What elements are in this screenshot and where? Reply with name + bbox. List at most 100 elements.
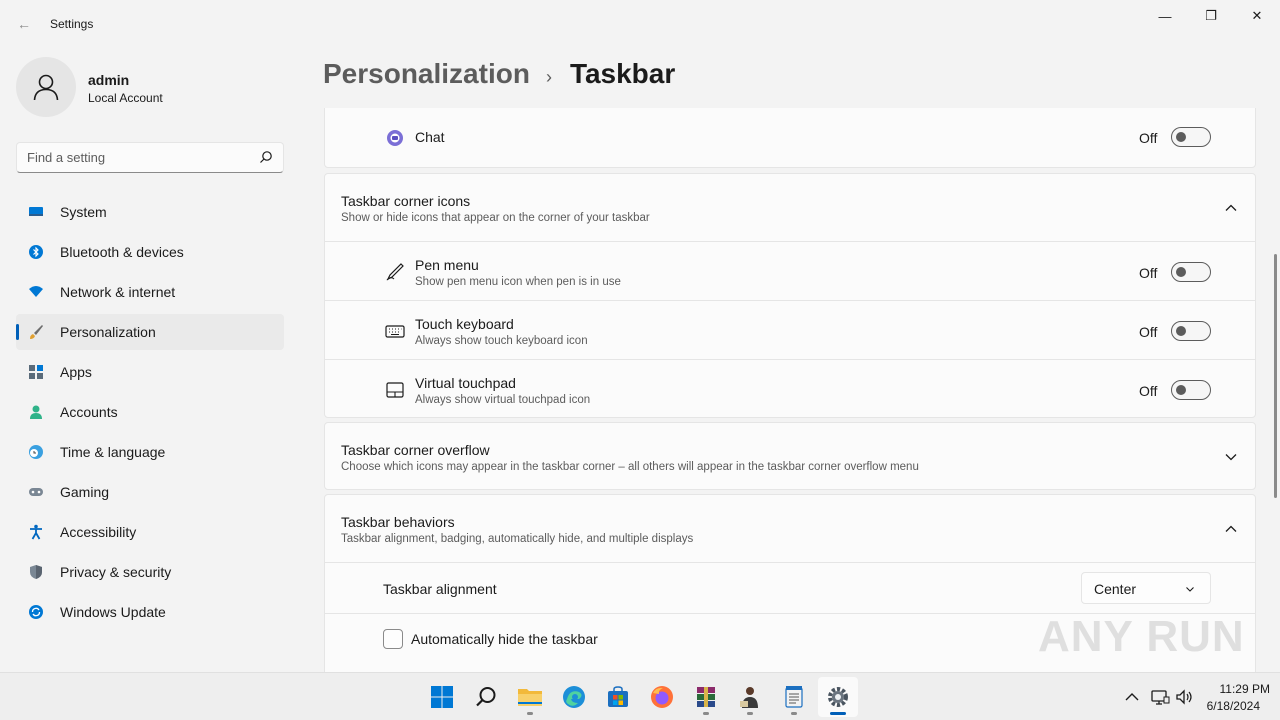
breadcrumb-parent[interactable]: Personalization <box>323 58 530 90</box>
taskbar-firefox[interactable] <box>642 677 682 717</box>
chat-setting-card: Chat Off <box>324 108 1256 168</box>
chat-row: Chat Off <box>325 108 1255 167</box>
bluetooth-icon <box>29 245 43 259</box>
sidebar-item-windows-update[interactable]: Windows Update <box>16 594 284 630</box>
user-icon <box>33 74 59 101</box>
taskbar-settings[interactable] <box>818 677 858 717</box>
search-input[interactable] <box>17 143 247 172</box>
profile-name: admin <box>88 72 130 88</box>
title-bar: ← Settings — ❐ ✕ <box>0 0 1280 48</box>
pen-menu-label: Pen menu <box>415 257 479 273</box>
taskbar-file-explorer[interactable] <box>510 677 550 717</box>
corner-icons-header[interactable]: Taskbar corner icons Show or hide icons … <box>325 174 1255 241</box>
clock-globe-icon <box>29 445 43 459</box>
maximize-button[interactable]: ❐ <box>1188 0 1234 32</box>
corner-overflow-card[interactable]: Taskbar corner overflow Choose which ico… <box>324 422 1256 490</box>
clock-date[interactable]: 6/18/2024 <box>1190 699 1260 713</box>
close-button[interactable]: ✕ <box>1234 0 1280 32</box>
file-explorer-icon <box>518 689 542 706</box>
chat-state: Off <box>1139 130 1158 146</box>
taskbar-store[interactable] <box>598 677 638 717</box>
avatar[interactable] <box>16 57 76 117</box>
touch-keyboard-state: Off <box>1139 324 1158 340</box>
sidebar-item-privacy-security[interactable]: Privacy & security <box>16 554 284 590</box>
breadcrumb: Personalization › Taskbar <box>323 58 675 94</box>
sidebar-item-system[interactable]: System <box>16 194 284 230</box>
taskbar-start[interactable] <box>422 677 462 717</box>
content-scrollbar[interactable] <box>1274 254 1277 498</box>
corner-icons-card: Taskbar corner icons Show or hide icons … <box>324 173 1256 418</box>
chevron-down-icon <box>1186 587 1194 592</box>
chat-label: Chat <box>415 129 445 145</box>
sidebar-nav: System Bluetooth & devices Network & int… <box>16 194 284 634</box>
taskbar-edge[interactable] <box>554 677 594 717</box>
virtual-touchpad-label: Virtual touchpad <box>415 375 516 391</box>
sidebar-item-accounts[interactable]: Accounts <box>16 394 284 430</box>
winrar-icon <box>697 687 715 707</box>
accessibility-icon <box>30 524 42 540</box>
search-icon[interactable] <box>259 150 273 164</box>
taskbar-app-person[interactable] <box>730 677 770 717</box>
taskbar-search[interactable] <box>466 677 506 717</box>
sidebar-item-personalization[interactable]: Personalization <box>16 314 284 350</box>
store-icon <box>608 686 628 707</box>
sidebar-item-label: Network & internet <box>60 284 176 300</box>
sidebar-item-accessibility[interactable]: Accessibility <box>16 514 284 550</box>
corner-overflow-title: Taskbar corner overflow <box>341 442 490 458</box>
sidebar-item-time-language[interactable]: Time & language <box>16 434 284 470</box>
chat-icon <box>387 130 403 146</box>
taskbar-notepad[interactable] <box>774 677 814 717</box>
behaviors-description: Taskbar alignment, badging, automaticall… <box>341 533 694 545</box>
pen-menu-state: Off <box>1139 265 1158 281</box>
virtual-touchpad-toggle[interactable] <box>1171 380 1211 400</box>
profile-account-type: Local Account <box>88 91 163 105</box>
behaviors-header[interactable]: Taskbar behaviors Taskbar alignment, bad… <box>325 495 1255 562</box>
clock-time[interactable]: 11:29 PM <box>1200 682 1270 696</box>
sidebar-item-gaming[interactable]: Gaming <box>16 474 284 510</box>
behaviors-title: Taskbar behaviors <box>341 514 455 530</box>
notepad-icon <box>785 686 803 708</box>
chevron-down-icon[interactable] <box>1223 449 1239 465</box>
virtual-touchpad-state: Off <box>1139 383 1158 399</box>
sidebar-item-label: Accounts <box>60 404 118 420</box>
breadcrumb-separator: › <box>545 67 552 87</box>
profile-card[interactable]: admin Local Account <box>16 57 284 117</box>
page-title: Taskbar <box>569 58 676 89</box>
taskbar: 11:29 PM 6/18/2024 <box>0 672 1280 720</box>
brush-icon <box>30 325 43 339</box>
watermark: ANY RUN <box>1038 612 1245 661</box>
sidebar-item-bluetooth[interactable]: Bluetooth & devices <box>16 234 284 270</box>
pen-menu-description: Show pen menu icon when pen is in use <box>415 276 621 288</box>
touchpad-icon <box>386 382 404 398</box>
network-monitor-icon[interactable] <box>1150 687 1170 707</box>
sidebar-item-network[interactable]: Network & internet <box>16 274 284 310</box>
sidebar-item-label: Gaming <box>60 484 110 500</box>
sidebar-item-apps[interactable]: Apps <box>16 354 284 390</box>
running-indicator <box>703 712 709 715</box>
autohide-checkbox[interactable] <box>383 629 403 649</box>
chevron-up-icon[interactable] <box>1223 200 1239 216</box>
search-box[interactable] <box>16 142 284 173</box>
minimize-button[interactable]: — <box>1142 0 1188 32</box>
alignment-row: Taskbar alignment Center <box>325 562 1255 613</box>
accounts-icon <box>30 405 42 419</box>
settings-icon <box>828 687 848 707</box>
running-indicator <box>527 712 533 715</box>
keyboard-icon <box>385 325 405 338</box>
chevron-up-icon[interactable] <box>1122 687 1142 707</box>
autohide-label[interactable]: Automatically hide the taskbar <box>411 631 598 647</box>
taskbar-winrar[interactable] <box>686 677 726 717</box>
touch-keyboard-toggle[interactable] <box>1171 321 1211 341</box>
corner-overflow-description: Choose which icons may appear in the tas… <box>341 461 919 473</box>
touch-keyboard-description: Always show touch keyboard icon <box>415 335 588 347</box>
chat-toggle[interactable] <box>1171 127 1211 147</box>
pen-menu-toggle[interactable] <box>1171 262 1211 282</box>
back-button[interactable]: ← <box>12 12 36 36</box>
alignment-dropdown[interactable]: Center <box>1081 572 1211 604</box>
virtual-touchpad-description: Always show virtual touchpad icon <box>415 394 591 406</box>
sidebar-item-label: Time & language <box>60 444 166 460</box>
touch-keyboard-label: Touch keyboard <box>415 316 514 332</box>
sidebar-item-label: System <box>60 204 107 220</box>
sidebar-item-label: Accessibility <box>60 524 137 540</box>
chevron-up-icon[interactable] <box>1223 521 1239 537</box>
